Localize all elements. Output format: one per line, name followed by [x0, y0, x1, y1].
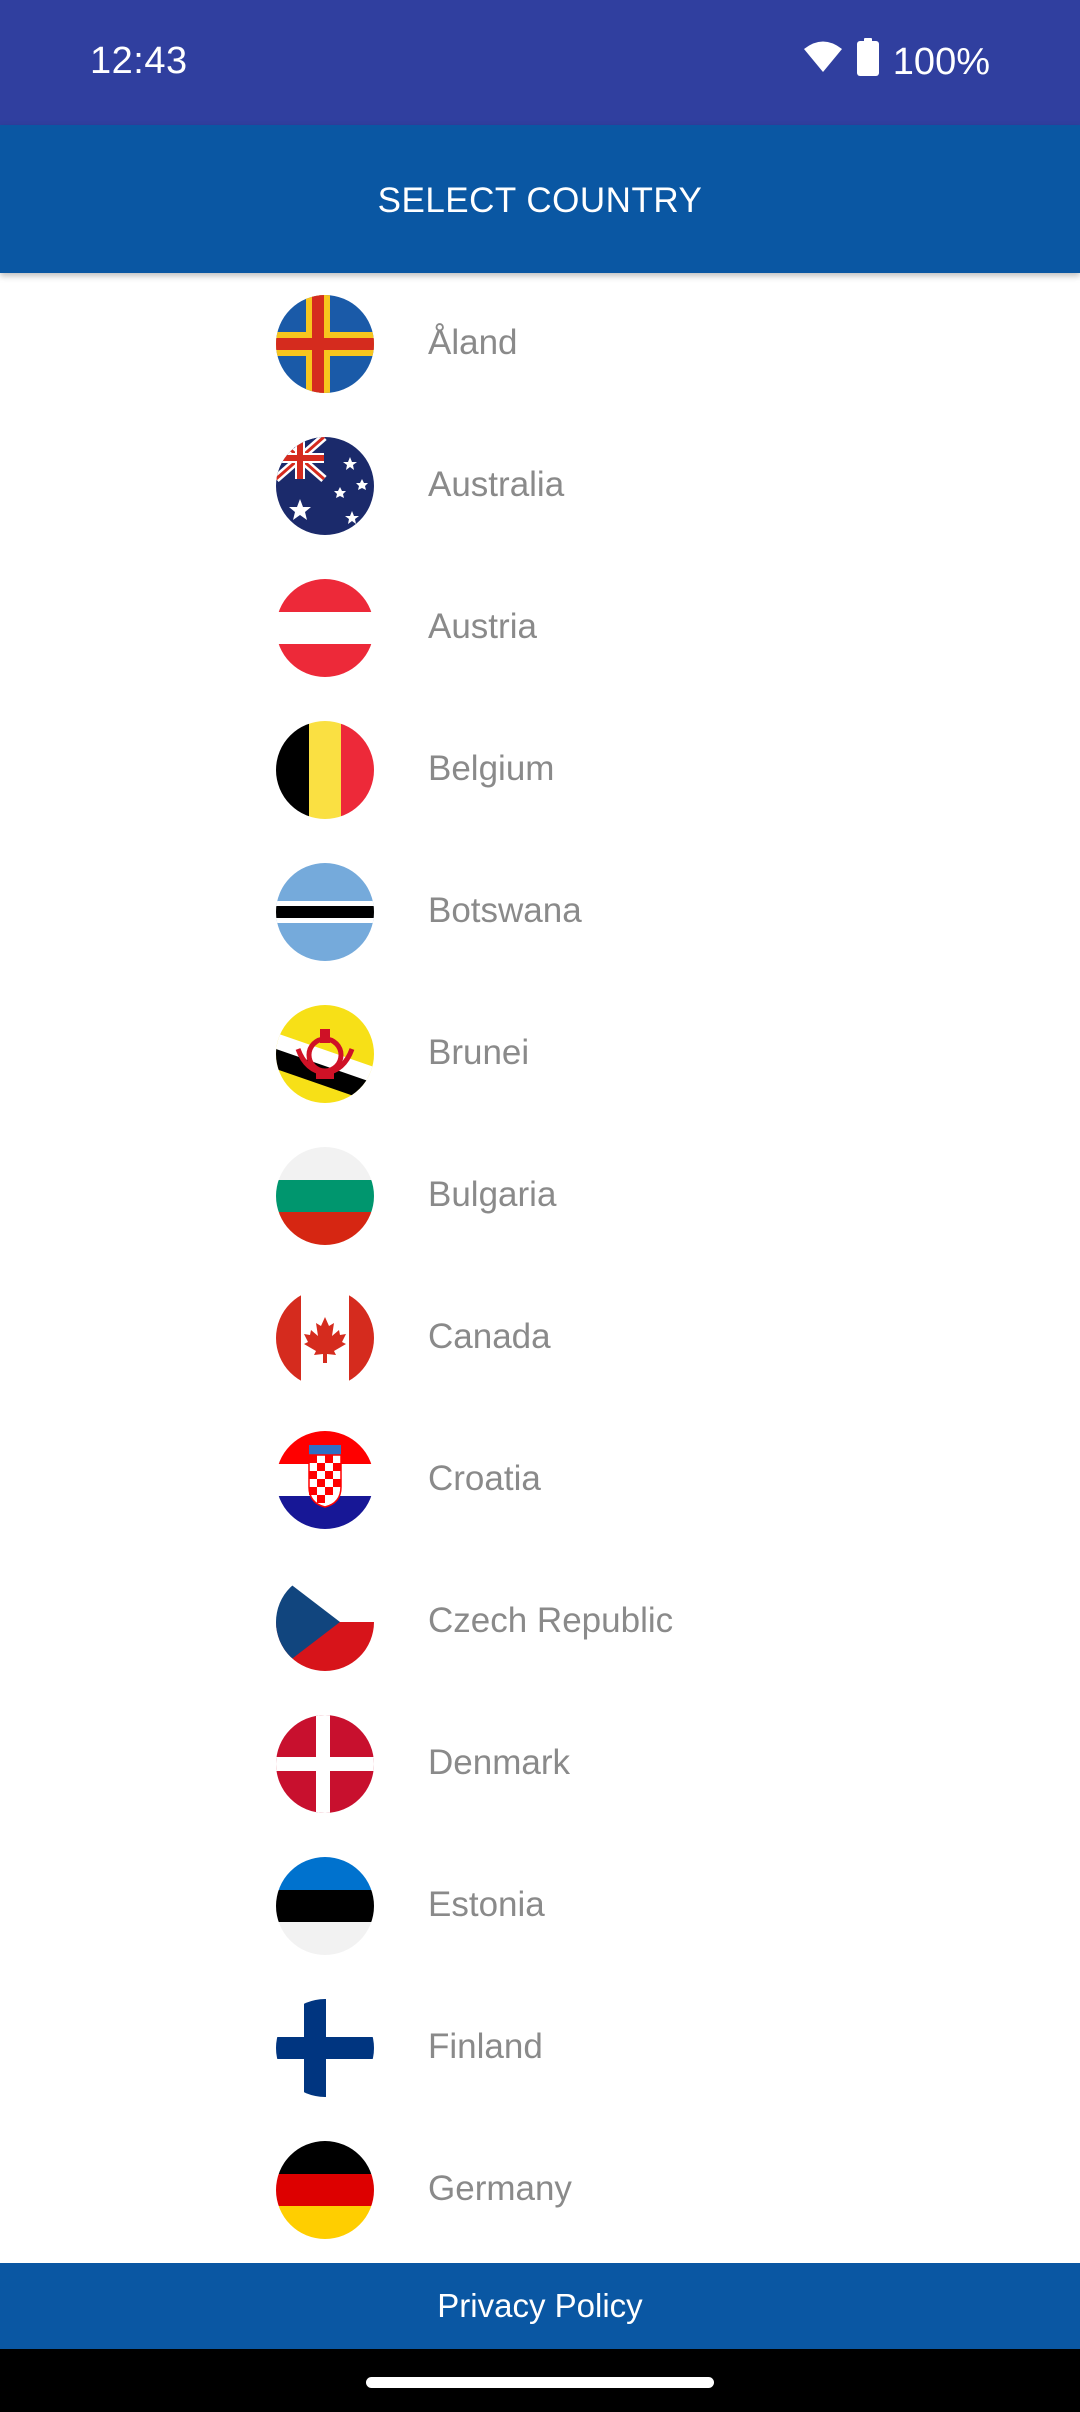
flag-brunei-icon [276, 1005, 374, 1103]
country-name: Germany [428, 2169, 572, 2208]
flag-belgium-icon [276, 721, 374, 819]
battery-icon [856, 38, 879, 86]
country-name: Australia [428, 465, 565, 504]
country-name: Brunei [428, 1033, 530, 1072]
country-row-australia[interactable]: Australia [0, 415, 1080, 557]
country-name: Croatia [428, 1459, 541, 1498]
flag-aland-icon [276, 295, 374, 393]
country-row-canada[interactable]: Canada [0, 1267, 1080, 1409]
country-name: Estonia [428, 1885, 545, 1924]
status-icons: 100% [803, 38, 990, 86]
app-bar: SELECT COUNTRY [0, 125, 1080, 273]
country-row-germany[interactable]: Germany [0, 2119, 1080, 2261]
home-gesture-handle[interactable] [366, 2377, 714, 2388]
country-list[interactable]: Åland Australia Austria Belgium Botswana… [0, 273, 1080, 2263]
flag-croatia-icon [276, 1431, 374, 1529]
flag-czech-republic-icon [276, 1573, 374, 1671]
country-name: Botswana [428, 891, 582, 930]
wifi-icon [803, 40, 843, 84]
country-row-aland[interactable]: Åland [0, 273, 1080, 415]
flag-estonia-icon [276, 1857, 374, 1955]
privacy-policy-link[interactable]: Privacy Policy [437, 2287, 642, 2325]
country-name: Austria [428, 607, 537, 646]
flag-bulgaria-icon [276, 1147, 374, 1245]
flag-germany-icon [276, 2141, 374, 2239]
flag-austria-icon [276, 579, 374, 677]
footer-bar: Privacy Policy [0, 2263, 1080, 2349]
country-row-austria[interactable]: Austria [0, 557, 1080, 699]
flag-canada-icon [276, 1289, 374, 1387]
country-row-denmark[interactable]: Denmark [0, 1693, 1080, 1835]
country-row-czech-republic[interactable]: Czech Republic [0, 1551, 1080, 1693]
flag-finland-icon [276, 1999, 374, 2097]
system-nav-bar [0, 2349, 1080, 2412]
status-bar: 12:43 100% [0, 0, 1080, 125]
country-row-belgium[interactable]: Belgium [0, 699, 1080, 841]
country-name: Denmark [428, 1743, 570, 1782]
country-row-botswana[interactable]: Botswana [0, 841, 1080, 983]
country-row-bulgaria[interactable]: Bulgaria [0, 1125, 1080, 1267]
flag-australia-icon [276, 437, 374, 535]
country-name: Bulgaria [428, 1175, 557, 1214]
country-name: Belgium [428, 749, 555, 788]
country-row-croatia[interactable]: Croatia [0, 1409, 1080, 1551]
country-name: Åland [428, 323, 518, 362]
battery-percent: 100% [892, 40, 990, 83]
country-row-estonia[interactable]: Estonia [0, 1835, 1080, 1977]
country-row-brunei[interactable]: Brunei [0, 983, 1080, 1125]
country-row-finland[interactable]: Finland [0, 1977, 1080, 2119]
status-time: 12:43 [90, 40, 188, 82]
flag-denmark-icon [276, 1715, 374, 1813]
country-name: Canada [428, 1317, 551, 1356]
flag-botswana-icon [276, 863, 374, 961]
page-title: SELECT COUNTRY [377, 181, 703, 220]
country-name: Finland [428, 2027, 543, 2066]
country-name: Czech Republic [428, 1601, 674, 1640]
